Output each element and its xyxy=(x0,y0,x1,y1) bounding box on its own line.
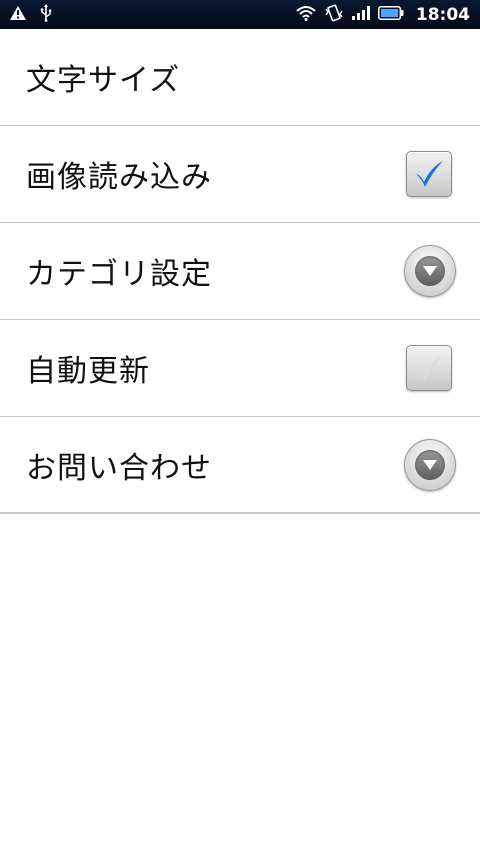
dropdown-arrow-icon xyxy=(415,449,445,480)
settings-list: 文字サイズ 画像読み込み カテゴリ設定 自動更新 お問い合わせ xyxy=(0,29,480,514)
battery-icon xyxy=(377,5,404,24)
image-loading-checkbox[interactable] xyxy=(406,151,452,197)
contact-dropdown-button[interactable] xyxy=(404,438,456,491)
setting-row-contact[interactable]: お問い合わせ xyxy=(0,417,480,514)
setting-row-image-loading[interactable]: 画像読み込み xyxy=(0,126,480,223)
checkmark-icon xyxy=(416,161,443,187)
category-dropdown-button[interactable] xyxy=(404,245,456,297)
setting-label: お問い合わせ xyxy=(26,450,212,486)
vibrate-icon xyxy=(324,4,344,26)
setting-label: 自動更新 xyxy=(26,354,150,389)
status-bar: 18:04 xyxy=(0,0,480,29)
status-bar-left xyxy=(10,0,52,29)
warning-icon xyxy=(10,5,26,24)
status-clock: 18:04 xyxy=(415,4,470,25)
dropdown-arrow-icon xyxy=(415,256,445,286)
auto-update-checkbox[interactable] xyxy=(406,345,452,391)
setting-row-text-size[interactable]: 文字サイズ xyxy=(0,29,480,126)
setting-row-auto-update[interactable]: 自動更新 xyxy=(0,320,480,417)
setting-row-category[interactable]: カテゴリ設定 xyxy=(0,223,480,320)
setting-label: 画像読み込み xyxy=(26,160,212,195)
signal-icon xyxy=(351,5,370,24)
status-bar-right: 18:04 xyxy=(296,0,470,29)
wifi-icon xyxy=(296,5,316,25)
setting-label: 文字サイズ xyxy=(26,63,181,98)
checkmark-icon xyxy=(416,355,443,381)
usb-icon xyxy=(40,3,52,26)
setting-label: カテゴリ設定 xyxy=(26,257,212,292)
